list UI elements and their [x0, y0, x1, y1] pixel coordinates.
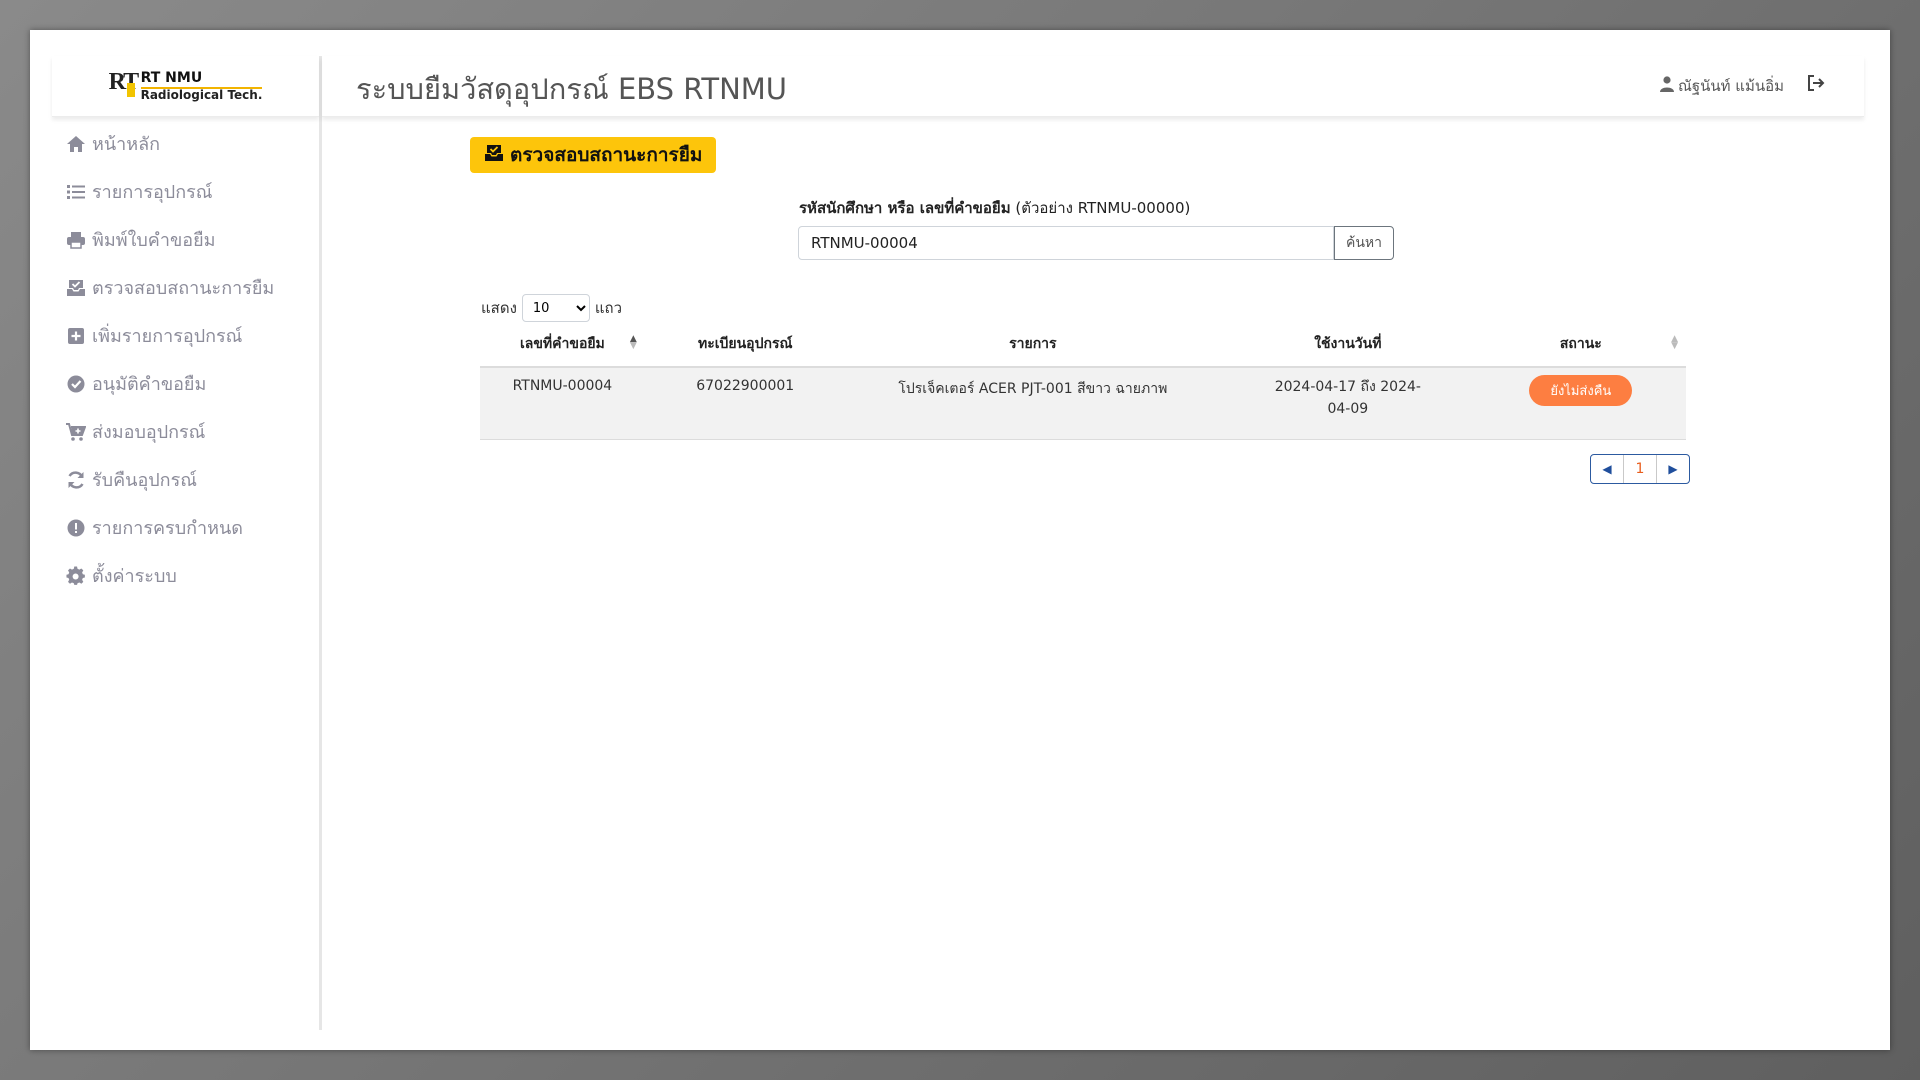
sort-asc-icon: ▲ ▼ — [629, 334, 637, 351]
sidebar-item-due-list[interactable]: รายการครบกำหนด — [52, 515, 319, 542]
status-badge: ยังไม่ส่งคืน — [1529, 375, 1633, 406]
cell-asset-no: 67022900001 — [644, 367, 846, 440]
sidebar-item-settings[interactable]: ตั้งค่าระบบ — [52, 563, 319, 590]
list-icon — [66, 182, 88, 204]
check-status-tab-button[interactable]: ตรวจสอบสถานะการยืม — [470, 137, 717, 173]
sidebar-item-add-equipment[interactable]: เพิ่มรายการอุปกรณ์ — [52, 323, 319, 350]
sidebar-item-check-status[interactable]: ตรวจสอบสถานะการยืม — [52, 275, 319, 302]
cell-status: ยังไม่ส่งคืน — [1475, 367, 1686, 440]
cell-use-date: 2024-04-17 ถึง 2024- 04-09 — [1220, 367, 1476, 440]
printer-icon — [66, 230, 88, 252]
search-input[interactable] — [798, 226, 1334, 260]
sidebar-item-approve-request[interactable]: อนุมัติคำขอยืม — [52, 371, 319, 398]
brand-subtitle: Radiological Tech. — [140, 87, 263, 102]
user-icon — [1659, 76, 1678, 96]
page-length-control: แสดง 10 แถว — [481, 294, 622, 322]
page-1-button[interactable]: 1 — [1623, 455, 1657, 483]
column-use-date[interactable]: ใช้งานวันที่ — [1220, 322, 1476, 368]
column-asset-no[interactable]: ทะเบียนอุปกรณ์ — [644, 322, 846, 368]
check-circle-icon — [66, 374, 88, 396]
cell-item: โปรเจ็คเตอร์ ACER PJT-001 สีขาว ฉายภาพ — [845, 367, 1221, 440]
sidebar-item-deliver-equipment[interactable]: ส่งมอบอุปกรณ์ — [52, 419, 319, 446]
sidebar-item-return-equipment[interactable]: รับคืนอุปกรณ์ — [52, 467, 319, 494]
section-button-label: ตรวจสอบสถานะการยืม — [510, 144, 703, 166]
cart-plus-icon — [66, 422, 88, 444]
page-title: ระบบยืมวัสดุอุปกรณ์ EBS RTNMU — [356, 72, 788, 106]
column-status[interactable]: สถานะ ▲ ▼ — [1475, 322, 1686, 368]
page-length-select[interactable]: 10 — [521, 294, 590, 322]
search-label: รหัสนักศึกษา หรือ เลขที่คำขอยืม (ตัวอย่า… — [799, 199, 1191, 217]
cell-request-no: RTNMU-00004 — [480, 367, 645, 440]
inbox-check-icon — [66, 278, 88, 300]
next-page-button[interactable]: ▶ — [1657, 455, 1689, 483]
inbox-check-icon — [484, 143, 510, 168]
top-header: ระบบยืมวัสดุอุปกรณ์ EBS RTNMU ณัฐนันท์ แ… — [322, 56, 1864, 117]
gear-icon — [66, 566, 88, 588]
sidebar-item-print-request[interactable]: พิมพ์ใบคำขอยืม — [52, 227, 319, 254]
pagination: ◀ 1 ▶ — [1590, 454, 1690, 484]
table-row: RTNMU-00004 67022900001 โปรเจ็คเตอร์ ACE… — [480, 367, 1686, 440]
column-request-no[interactable]: เลขที่คำขอยืม ▲ ▼ — [480, 322, 645, 368]
sidebar-nav: หน้าหลัก รายการอุปกรณ์ พิมพ์ใบคำขอยืม ตร… — [52, 117, 319, 590]
status-table: เลขที่คำขอยืม ▲ ▼ ทะเบียนอุปกรณ์ รายการ ใ… — [480, 322, 1686, 440]
plus-square-icon — [66, 326, 88, 348]
brand-logo[interactable]: RT RT NMU Radiological Tech. — [52, 56, 319, 117]
sync-icon — [66, 470, 88, 492]
sidebar-item-equipment-list[interactable]: รายการอุปกรณ์ — [52, 179, 319, 206]
sidebar: RT RT NMU Radiological Tech. หน้าหลัก รา… — [52, 56, 322, 1030]
brand-name: RT NMU — [140, 71, 263, 89]
user-menu[interactable]: ณัฐนันท์ แม้นอิ่ม — [1659, 74, 1784, 98]
sidebar-item-home[interactable]: หน้าหลัก — [52, 131, 319, 158]
home-icon — [66, 134, 88, 156]
logout-icon[interactable] — [1806, 73, 1826, 93]
app-window: RT RT NMU Radiological Tech. หน้าหลัก รา… — [30, 30, 1890, 1050]
user-name: ณัฐนันท์ แม้นอิ่ม — [1677, 77, 1784, 95]
sort-icon: ▲ ▼ — [1671, 334, 1678, 351]
prev-page-button[interactable]: ◀ — [1591, 455, 1623, 483]
column-item[interactable]: รายการ — [845, 322, 1221, 368]
logo-mark: RT — [108, 69, 139, 97]
exclamation-circle-icon — [66, 518, 88, 540]
search-button[interactable]: ค้นหา — [1334, 226, 1394, 260]
